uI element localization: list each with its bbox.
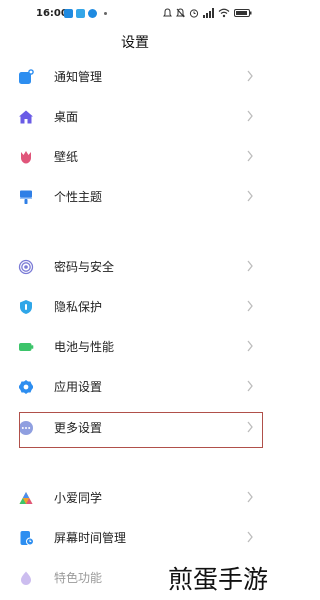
- settings-item-label: 桌面: [54, 110, 79, 124]
- settings-item-label: 密码与安全: [54, 260, 115, 274]
- brush-icon: [16, 187, 36, 207]
- chevron-right-icon: [247, 260, 253, 272]
- settings-item-app-settings[interactable]: 应用设置: [0, 367, 270, 407]
- chevron-right-icon: [247, 531, 253, 543]
- settings-item-label: 隐私保护: [54, 300, 103, 314]
- settings-item-notifications[interactable]: 通知管理: [0, 57, 270, 97]
- app-notification-icon: [76, 9, 85, 18]
- status-left-icons: [64, 9, 107, 18]
- status-right-icons: [163, 8, 252, 18]
- xiaoai-icon: [16, 488, 36, 508]
- more-notifications-dot: [104, 12, 107, 15]
- chevron-right-icon: [247, 491, 253, 503]
- app-notification-icon: [88, 9, 97, 18]
- special-features-icon: [16, 568, 36, 588]
- settings-item-xiaoai[interactable]: 小爱同学: [0, 478, 270, 518]
- wifi-icon: [218, 8, 230, 18]
- settings-item-desktop[interactable]: 桌面: [0, 97, 270, 137]
- settings-item-screen-time[interactable]: 屏幕时间管理: [0, 518, 270, 558]
- gear-icon: [16, 377, 36, 397]
- notification-icon: [163, 8, 172, 17]
- chevron-right-icon: [247, 340, 253, 352]
- mute-icon: [176, 8, 185, 18]
- chevron-right-icon: [247, 380, 253, 392]
- settings-item-themes[interactable]: 个性主题: [0, 177, 270, 217]
- home-icon: [16, 107, 36, 127]
- settings-item-battery[interactable]: 电池与性能: [0, 327, 270, 367]
- settings-item-privacy[interactable]: 隐私保护: [0, 287, 270, 327]
- chevron-right-icon: [247, 190, 253, 202]
- screen-time-icon: [16, 528, 36, 548]
- alarm-icon: [189, 9, 199, 18]
- privacy-shield-icon: [16, 297, 36, 317]
- notification-manager-icon: [16, 67, 36, 87]
- highlight-box: [19, 412, 263, 448]
- page-title: 设置: [121, 35, 149, 51]
- settings-item-label: 特色功能: [54, 571, 103, 585]
- settings-item-label: 通知管理: [54, 70, 103, 84]
- chevron-right-icon: [247, 70, 253, 82]
- chevron-right-icon: [247, 110, 253, 122]
- settings-item-label: 电池与性能: [54, 340, 115, 354]
- app-notification-icon: [64, 9, 73, 18]
- settings-item-wallpaper[interactable]: 壁纸: [0, 137, 270, 177]
- settings-item-label: 个性主题: [54, 190, 103, 204]
- chevron-right-icon: [247, 150, 253, 162]
- fingerprint-icon: [16, 257, 36, 277]
- chevron-right-icon: [247, 300, 253, 312]
- settings-item-label: 壁纸: [54, 150, 79, 164]
- watermark: 煎蛋手游: [167, 565, 268, 594]
- battery-icon: [234, 9, 252, 17]
- settings-item-label: 应用设置: [54, 380, 103, 394]
- signal-icon: [203, 8, 214, 18]
- tulip-icon: [16, 147, 36, 167]
- settings-item-label: 小爱同学: [54, 491, 103, 505]
- battery-icon: [16, 337, 36, 357]
- settings-item-label: 屏幕时间管理: [54, 531, 127, 545]
- settings-item-password-security[interactable]: 密码与安全: [0, 247, 270, 287]
- status-bar: 16:00: [0, 0, 270, 28]
